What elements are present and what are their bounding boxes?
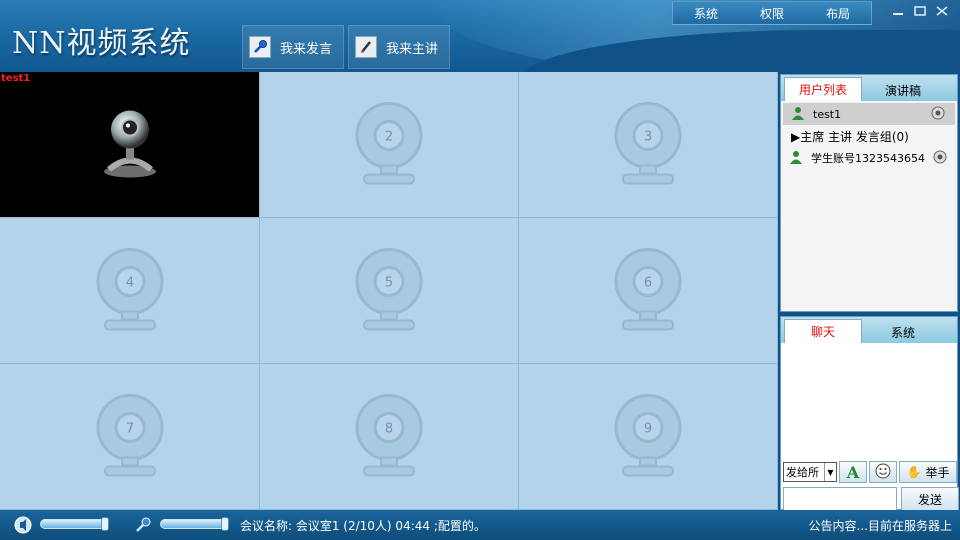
- video-cell-number: 3: [644, 129, 652, 144]
- video-cell-label: test1: [1, 73, 31, 84]
- webcam-placeholder-icon: 4: [95, 247, 165, 334]
- status-bar: 会议名称: 会议室1 (2/10人) 04:44 ;配置的。 公告内容...目前…: [0, 510, 960, 540]
- chat-tabs: 聊天 系统: [781, 317, 957, 343]
- video-cell-3[interactable]: 3: [519, 72, 778, 218]
- recipient-select[interactable]: 发给所 ▼: [783, 462, 837, 482]
- font-color-button[interactable]: A: [839, 461, 867, 483]
- video-grid: test1 2 3 4 5 6 7 8 9: [0, 72, 778, 510]
- slider-handle[interactable]: [221, 517, 229, 531]
- announcement: 公告内容...目前在服务器上: [808, 519, 952, 533]
- font-icon: A: [846, 462, 860, 482]
- chat-messages[interactable]: [781, 343, 957, 459]
- chat-panel: 聊天 系统 发给所 ▼ A ✋ 举手 发送: [780, 316, 959, 511]
- video-cell-number: 8: [385, 421, 393, 436]
- user-row[interactable]: 学生账号1323543654: [781, 147, 957, 169]
- window-controls: [890, 4, 950, 18]
- users-panel: 用户列表 演讲稿 test1 ▶主席 主讲 发言组(0) 学生账号1323543…: [780, 74, 958, 312]
- user-camera-icon[interactable]: [929, 106, 947, 123]
- webcam-icon: [95, 103, 165, 186]
- slider-handle[interactable]: [101, 517, 109, 531]
- chevron-down-icon: ▼: [824, 463, 836, 481]
- webcam-placeholder-icon: 3: [613, 101, 683, 188]
- pen-icon: [355, 36, 377, 58]
- webcam-placeholder-icon: 2: [354, 101, 424, 188]
- video-cell-number: 6: [644, 275, 652, 290]
- tab-user-list[interactable]: 用户列表: [784, 77, 862, 101]
- microphone-icon[interactable]: [134, 516, 152, 537]
- video-cell-2[interactable]: 2: [260, 72, 519, 218]
- webcam-placeholder-icon: 7: [95, 393, 165, 480]
- speaker-group[interactable]: ▶主席 主讲 发言组(0): [781, 125, 957, 147]
- mic-volume-slider[interactable]: [160, 517, 229, 531]
- video-cell-9[interactable]: 9: [519, 364, 778, 510]
- tab-system[interactable]: 系统: [864, 321, 942, 343]
- video-cell-8[interactable]: 8: [260, 364, 519, 510]
- user-name: test1: [813, 107, 842, 121]
- top-menu: 系统 权限 布局: [672, 1, 872, 25]
- tab-chat[interactable]: 聊天: [784, 319, 862, 343]
- smiley-icon: [875, 463, 891, 482]
- user-row[interactable]: test1: [783, 103, 955, 125]
- app-title: NN视频系统: [12, 26, 191, 61]
- video-cell-6[interactable]: 6: [519, 218, 778, 364]
- user-name: 学生账号1323543654: [811, 152, 925, 165]
- speak-button-label: 我来发言: [280, 41, 333, 57]
- webcam-placeholder-icon: 9: [613, 393, 683, 480]
- menu-layout[interactable]: 布局: [805, 5, 871, 22]
- speaker-volume-slider[interactable]: [40, 517, 109, 531]
- video-cell-5[interactable]: 5: [260, 218, 519, 364]
- webcam-placeholder-icon: 6: [613, 247, 683, 334]
- user-camera-icon[interactable]: [931, 150, 949, 167]
- emoji-button[interactable]: [869, 461, 897, 483]
- video-cell-4[interactable]: 4: [0, 218, 260, 364]
- video-cell-number: 4: [125, 275, 133, 290]
- video-cell-number: 5: [385, 275, 393, 290]
- present-button[interactable]: 我来主讲: [348, 25, 450, 69]
- webcam-placeholder-icon: 8: [354, 393, 424, 480]
- speak-button[interactable]: 我来发言: [242, 25, 344, 69]
- menu-system[interactable]: 系统: [673, 5, 739, 22]
- users-tabs: 用户列表 演讲稿: [781, 75, 957, 101]
- recipient-value: 发给所: [786, 466, 819, 479]
- chat-input[interactable]: [783, 487, 897, 511]
- video-cell-number: 2: [385, 129, 393, 144]
- video-cell-1[interactable]: test1: [0, 72, 260, 218]
- tab-speech-script[interactable]: 演讲稿: [864, 79, 942, 101]
- close-icon[interactable]: [934, 4, 950, 18]
- present-button-label: 我来主讲: [386, 41, 439, 57]
- chat-toolbar: 发给所 ▼ A ✋ 举手: [783, 460, 959, 484]
- video-cell-number: 9: [644, 421, 652, 436]
- title-bar: NN视频系统 我来发言 我来主讲 系统 权限 布局: [0, 0, 960, 72]
- user-icon: [789, 150, 803, 167]
- raise-hand-button[interactable]: ✋ 举手: [899, 461, 957, 483]
- video-cell-7[interactable]: 7: [0, 364, 260, 510]
- side-panel: 用户列表 演讲稿 test1 ▶主席 主讲 发言组(0) 学生账号1323543…: [778, 72, 960, 511]
- webcam-placeholder-icon: 5: [354, 247, 424, 334]
- microphone-icon: [249, 36, 271, 58]
- menu-permissions[interactable]: 权限: [739, 5, 805, 22]
- user-icon: [791, 106, 805, 123]
- speaker-volume-icon[interactable]: [14, 516, 32, 537]
- minimize-icon[interactable]: [890, 4, 906, 18]
- video-cell-number: 7: [125, 421, 133, 436]
- maximize-icon[interactable]: [912, 4, 928, 18]
- hand-icon: ✋: [906, 465, 922, 479]
- send-button[interactable]: 发送: [901, 487, 959, 511]
- raise-hand-label: 举手: [925, 465, 950, 480]
- meeting-info: 会议名称: 会议室1 (2/10人) 04:44 ;配置的。: [240, 519, 486, 533]
